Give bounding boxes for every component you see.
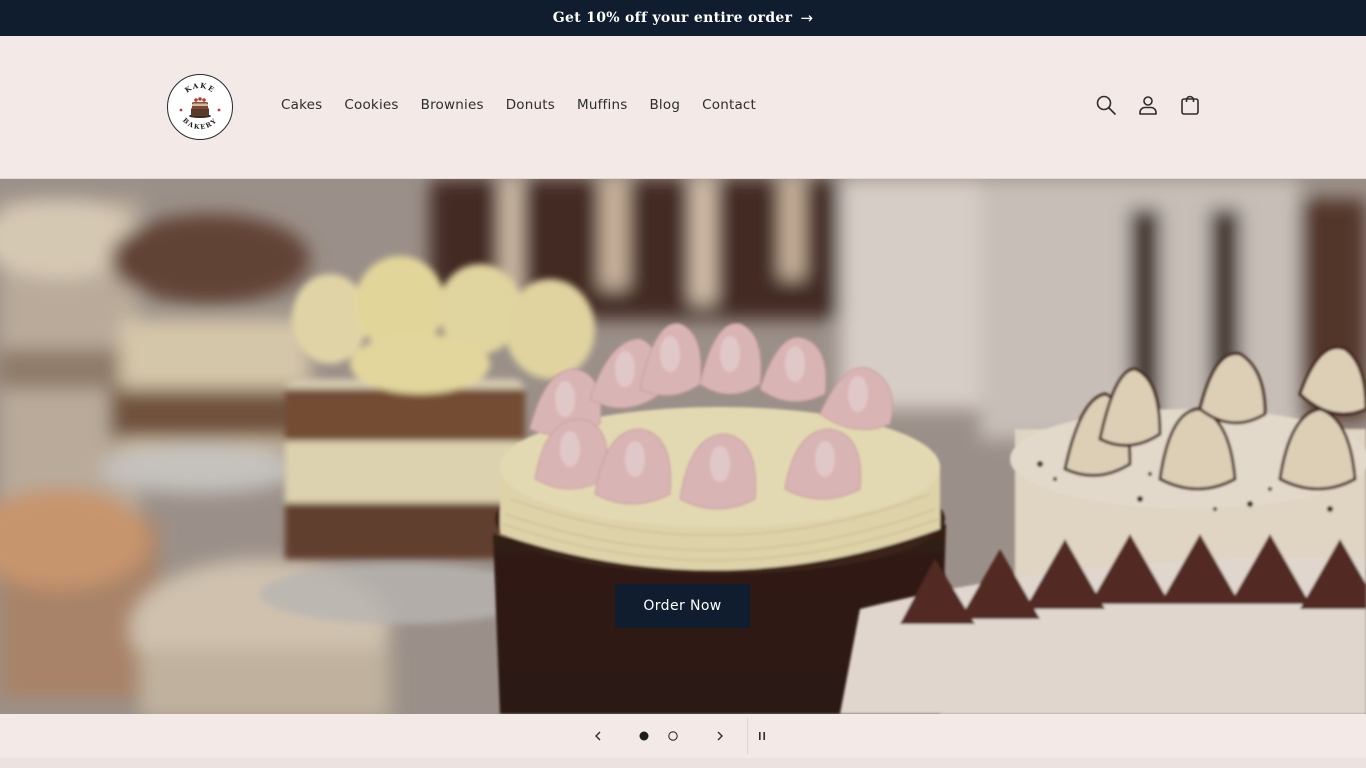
order-now-button[interactable]: Order Now (615, 584, 750, 628)
nav-cakes[interactable]: Cakes (270, 94, 333, 116)
nav-brownies[interactable]: Brownies (410, 94, 495, 116)
announcement-text: Get 10% off your entire order (552, 10, 793, 26)
logo-bottom-text: BAKERY (181, 116, 217, 131)
slide-dot-2[interactable] (667, 730, 679, 742)
nav-muffins[interactable]: Muffins (566, 94, 638, 116)
announcement-bar[interactable]: Get 10% off your entire order → (0, 0, 1366, 36)
account-icon[interactable] (1136, 93, 1160, 117)
cart-icon[interactable] (1178, 93, 1202, 117)
svg-text:KAKE: KAKE (183, 81, 217, 95)
cake-logo-icon: KAKE BAKERY (179, 81, 221, 131)
search-icon[interactable] (1094, 93, 1118, 117)
slider-controls (0, 714, 1366, 758)
nav-contact[interactable]: Contact (691, 94, 767, 116)
hero-banner: Order Now (0, 179, 1366, 714)
nav-cookies[interactable]: Cookies (333, 94, 409, 116)
page-bottom-strip (0, 758, 1366, 768)
header-icons (1094, 93, 1202, 117)
main-nav: Cakes Cookies Brownies Donuts Muffins Bl… (270, 94, 767, 116)
nav-donuts[interactable]: Donuts (495, 94, 566, 116)
logo-top-text: KAKE (183, 81, 216, 95)
logo[interactable]: KAKE BAKERY (167, 74, 233, 140)
slide-dot-1[interactable] (638, 730, 650, 742)
chevron-left-icon[interactable] (586, 724, 610, 748)
chevron-right-icon[interactable] (708, 724, 732, 748)
pause-icon[interactable] (750, 724, 774, 748)
arrow-right-icon: → (800, 9, 814, 27)
nav-blog[interactable]: Blog (638, 94, 691, 116)
site-header: KAKE BAKERY Cakes Cookies Brownies Donut… (0, 36, 1366, 179)
svg-text:BAKERY: BAKERY (181, 116, 219, 131)
hero-cakes-image (0, 179, 1366, 714)
slider-divider (747, 718, 748, 754)
